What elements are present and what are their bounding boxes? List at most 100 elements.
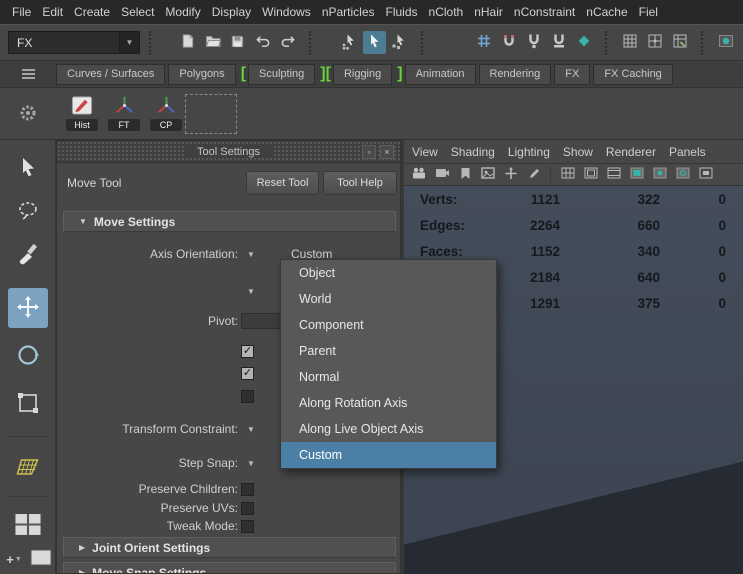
panel-menu-lighting[interactable]: Lighting [508,145,550,159]
menu-option-normal[interactable]: Normal [281,364,496,390]
menu-display[interactable]: Display [212,5,251,19]
shelf-item-ft[interactable]: FT [108,93,140,131]
open-scene-button[interactable] [201,31,224,54]
statusline-separator[interactable] [421,31,424,55]
menu-ncache[interactable]: nCache [586,5,627,19]
render-current-frame-button[interactable] [714,31,737,54]
panel-menu-renderer[interactable]: Renderer [606,145,656,159]
menu-option-along-rotation-axis[interactable]: Along Rotation Axis [281,390,496,416]
checkbox-unchecked[interactable] [241,390,254,403]
select-by-object-button[interactable] [363,31,386,54]
select-tool-button[interactable] [8,148,48,188]
shelf-tab-sculpting[interactable]: Sculpting [248,64,315,85]
snap-to-view-planes-button[interactable] [547,31,570,54]
statusline-separator[interactable] [701,31,704,55]
menuset-selector[interactable]: FX ▼ [8,31,140,54]
menu-ncloth[interactable]: nCloth [429,5,464,19]
paint-select-tool-button[interactable] [8,236,48,276]
lasso-tool-button[interactable] [8,192,48,232]
four-pane-layout-button[interactable] [8,506,48,546]
resolution-gate-button[interactable] [604,166,624,184]
save-scene-button[interactable] [226,31,249,54]
shelf-menu-button[interactable] [0,67,56,81]
menu-fields-clipped[interactable]: Fiel [639,5,658,19]
camera-attributes-button[interactable] [432,166,452,184]
film-gate-button[interactable] [581,166,601,184]
preserve-uvs-checkbox[interactable] [241,502,254,515]
panel-menu-show[interactable]: Show [563,145,593,159]
step-snap-dropdown[interactable]: ▼ [243,456,259,470]
output-connections-button[interactable] [643,31,666,54]
menu-option-along-live-object-axis[interactable]: Along Live Object Axis [281,416,496,442]
select-by-component-button[interactable] [388,31,411,54]
grease-pencil-button[interactable] [524,166,544,184]
shelf-tab-animation[interactable]: Animation [405,64,476,85]
menu-modify[interactable]: Modify [165,5,200,19]
reset-tool-button[interactable]: Reset Tool [246,171,319,195]
menu-option-object[interactable]: Object [281,260,496,286]
menu-create[interactable]: Create [74,5,110,19]
make-live-button[interactable] [572,31,595,54]
two-d-pan-zoom-button[interactable] [501,166,521,184]
rotate-tool-button[interactable] [8,336,48,376]
menu-fluids[interactable]: Fluids [386,5,418,19]
close-panel-button[interactable]: × [380,145,394,159]
menu-select[interactable]: Select [121,5,154,19]
checkbox-checked[interactable]: ✓ [241,345,254,358]
redo-button[interactable] [276,31,299,54]
menu-nhair[interactable]: nHair [474,5,503,19]
bookmark-button[interactable] [455,166,475,184]
panel-menu-panels[interactable]: Panels [669,145,706,159]
shelf-tab-rigging[interactable]: Rigging [333,64,392,85]
shelf-options-button[interactable] [0,88,56,140]
shelf-item-hist[interactable]: Hist [66,93,98,131]
checkbox-checked[interactable]: ✓ [241,367,254,380]
move-tool-button[interactable] [8,288,48,328]
pivot-field[interactable] [241,313,281,329]
menu-option-component[interactable]: Component [281,312,496,338]
ipr-render-button[interactable] [739,31,743,54]
shelf-tab-curves-surfaces[interactable]: Curves / Surfaces [56,64,165,85]
axis-sub-dropdown[interactable]: ▼ [243,284,259,298]
construction-history-button[interactable] [668,31,691,54]
tool-help-button[interactable]: Tool Help [323,171,397,195]
scale-tool-button[interactable] [8,384,48,424]
preserve-children-checkbox[interactable] [241,483,254,496]
shelf-tab-rendering[interactable]: Rendering [479,64,552,85]
image-plane-button[interactable] [478,166,498,184]
statusline-separator[interactable] [309,31,312,55]
statusline-separator[interactable] [149,31,152,55]
snap-to-grids-button[interactable] [472,31,495,54]
panel-menu-view[interactable]: View [412,145,438,159]
move-snap-section-header[interactable]: ▶ Move Snap Settings [63,562,396,574]
statusline-separator[interactable] [605,31,608,55]
transform-constraint-dropdown[interactable]: ▼ [243,422,259,436]
shelf-tab-polygons[interactable]: Polygons [168,64,235,85]
snap-to-curves-button[interactable] [497,31,520,54]
shelf-item-cp[interactable]: CP [150,93,182,131]
field-chart-button[interactable] [650,166,670,184]
axis-orientation-dropdown[interactable]: ▼ [243,247,259,261]
menu-nconstraint[interactable]: nConstraint [514,5,575,19]
move-settings-section-header[interactable]: ▼ Move Settings [63,211,396,232]
last-used-tool-button[interactable] [8,448,48,488]
safe-action-button[interactable] [673,166,693,184]
float-panel-button[interactable]: ▫ [362,145,376,159]
menu-edit[interactable]: Edit [42,5,63,19]
add-layout-button[interactable]: +▼ [2,548,26,570]
menu-windows[interactable]: Windows [262,5,311,19]
gate-mask-button[interactable] [627,166,647,184]
panel-menu-shading[interactable]: Shading [451,145,495,159]
tool-settings-titlebar[interactable]: Tool Settings ▫ × [57,141,400,163]
undo-button[interactable] [251,31,274,54]
joint-orient-section-header[interactable]: ▶ Joint Orient Settings [63,537,396,558]
single-pane-layout-button[interactable] [28,548,54,570]
camera-button[interactable] [409,166,429,184]
shelf-tab-fx-caching[interactable]: FX Caching [593,64,672,85]
menu-file[interactable]: File [12,5,31,19]
shelf-tab-fx[interactable]: FX [554,64,590,85]
safe-title-button[interactable] [696,166,716,184]
new-scene-button[interactable] [176,31,199,54]
tweak-mode-checkbox[interactable] [241,520,254,533]
select-by-hierarchy-button[interactable] [338,31,361,54]
